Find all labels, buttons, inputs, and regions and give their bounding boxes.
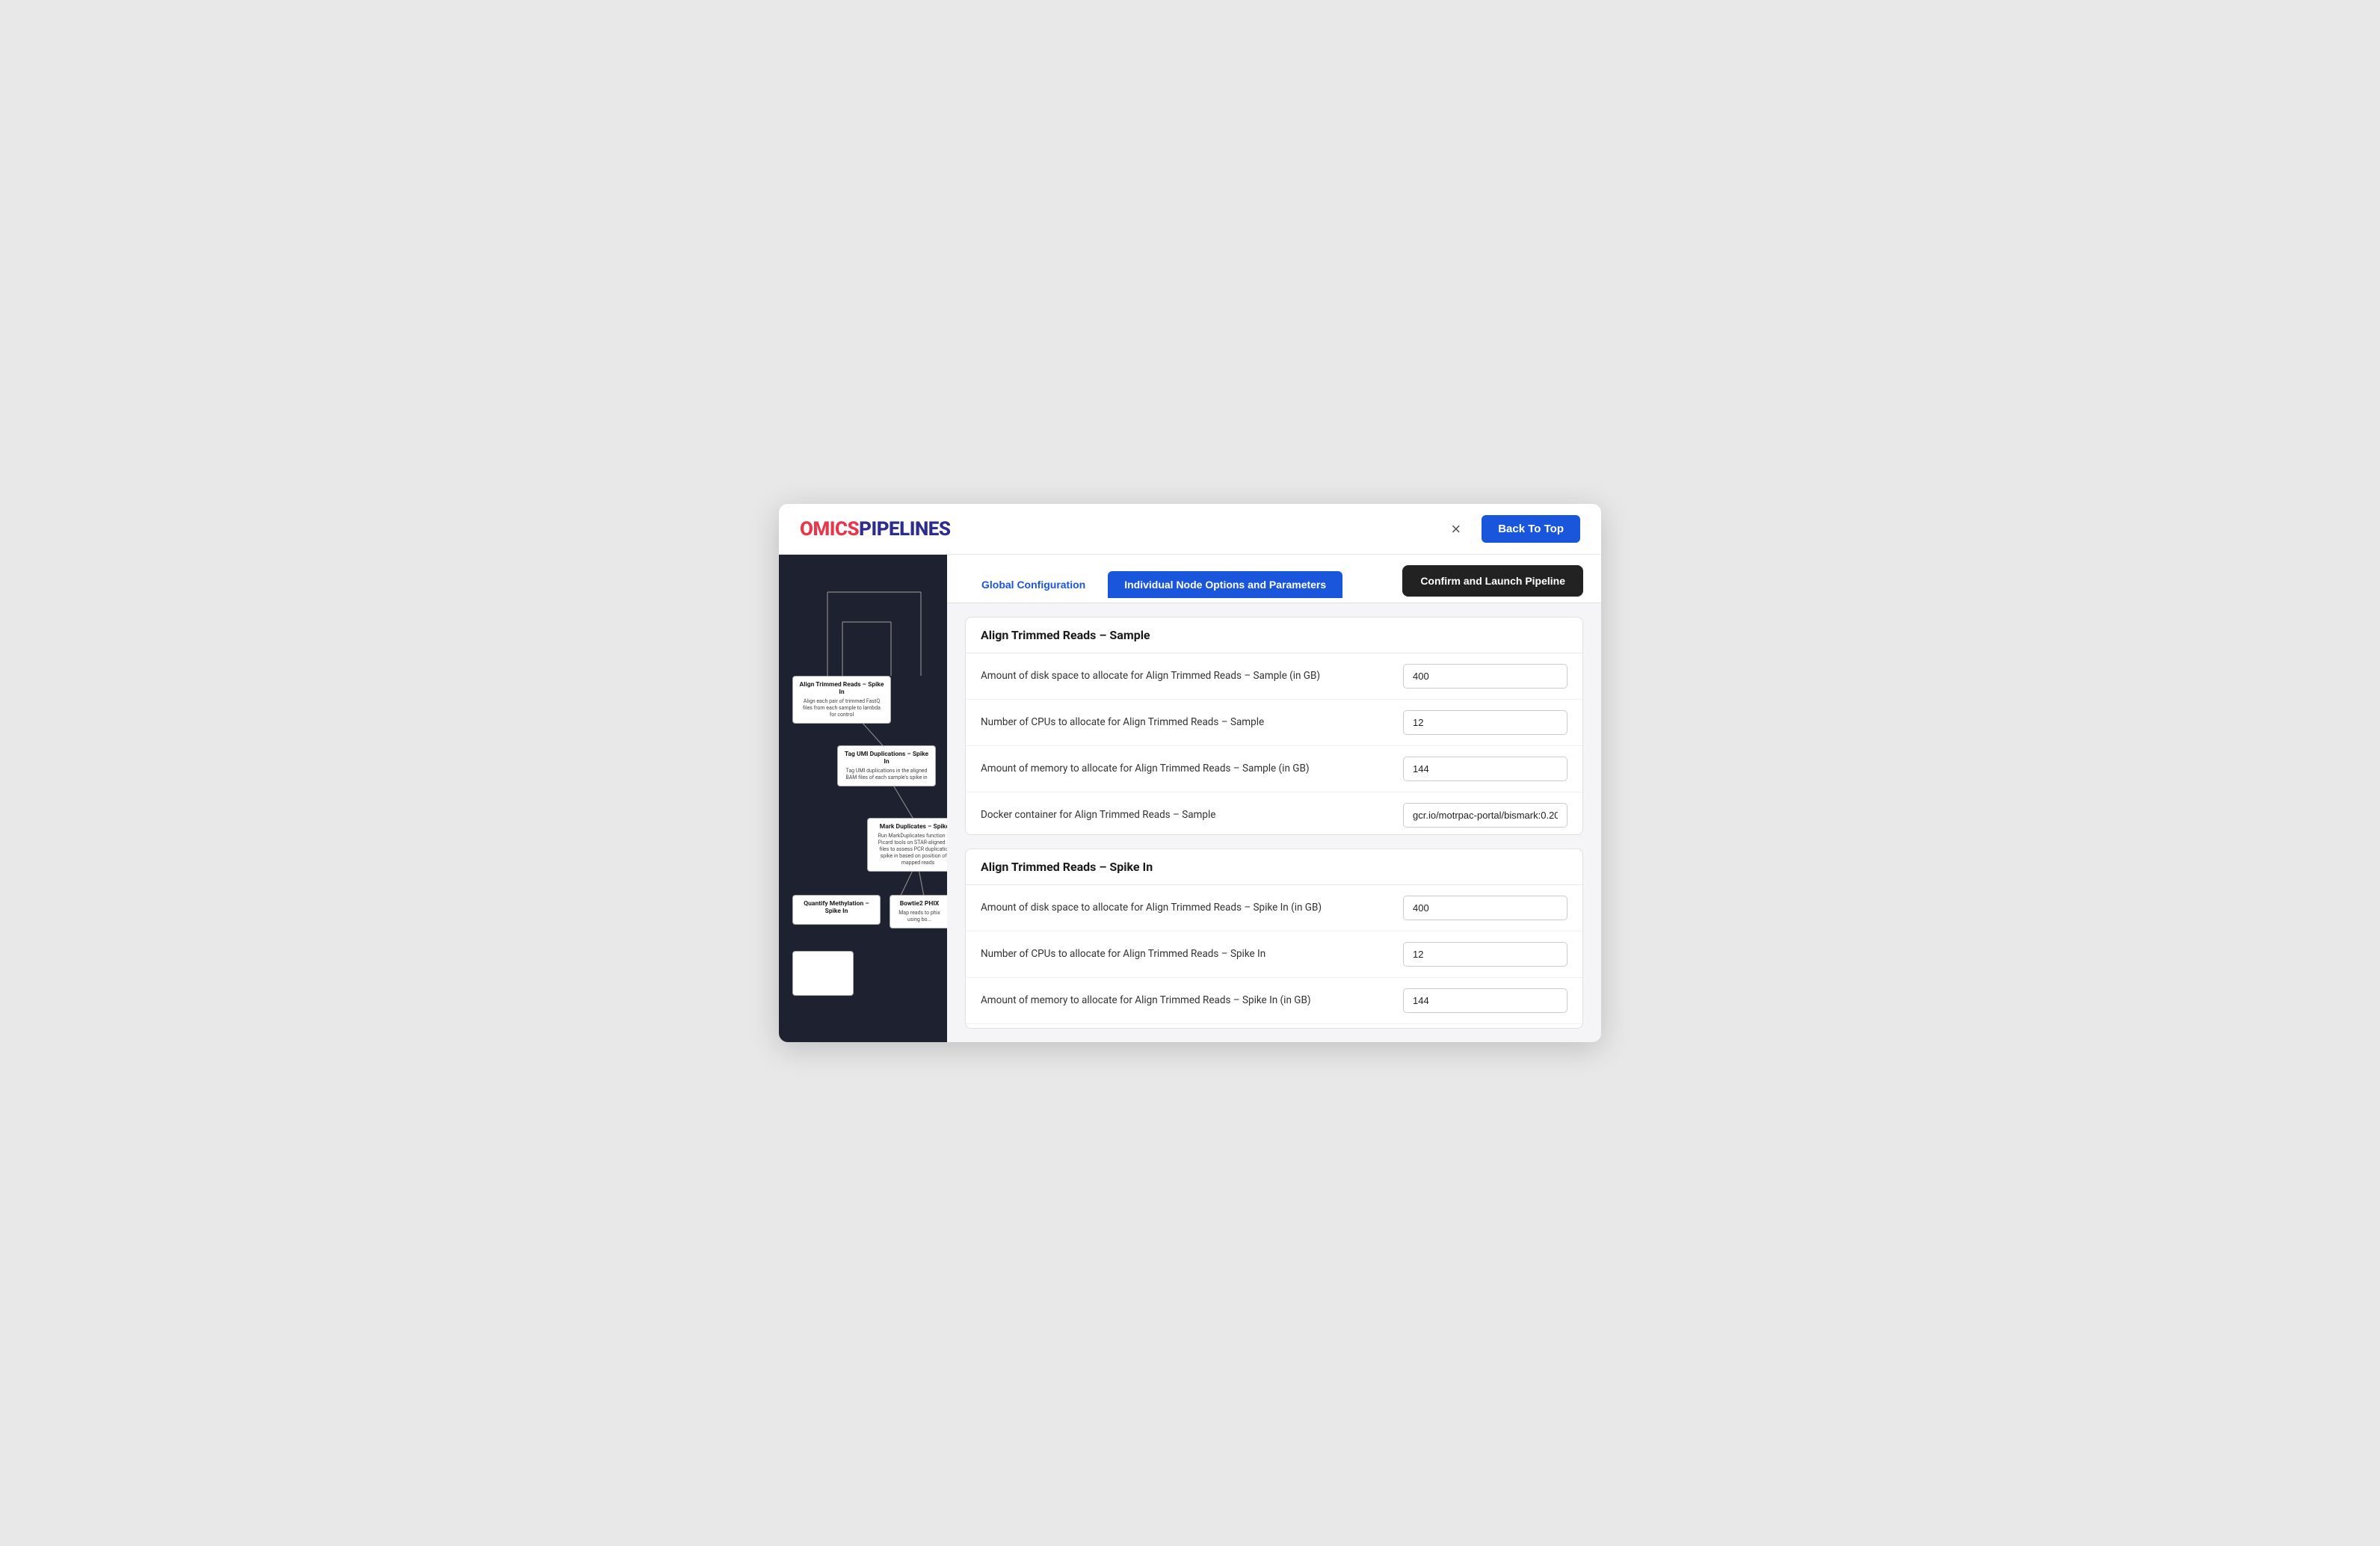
node-desc-bowtie2: Map reads to phix using bo... (896, 910, 943, 923)
node-title-tag-umi: Tag UMI Duplications – Spike In (844, 751, 929, 766)
config-row-mem-spikein: Amount of memory to allocate for Align T… (966, 978, 1582, 1024)
section-align-sample: Align Trimmed Reads – Sample Amount of d… (965, 617, 1583, 835)
node-title-bowtie2: Bowtie2 PHIX (896, 900, 943, 908)
input-mem-sample[interactable] (1403, 757, 1567, 781)
back-to-top-button[interactable]: Back To Top (1482, 515, 1580, 543)
pipeline-node-tag-umi[interactable]: Tag UMI Duplications – Spike In Tag UMI … (837, 745, 936, 786)
app-window: OMICSPIPELINES × Back To Top (779, 504, 1601, 1042)
config-row-disk-sample: Amount of disk space to allocate for Ali… (966, 653, 1582, 700)
canvas-inner: Align Trimmed Reads – Spike In Align eac… (779, 555, 947, 1042)
config-row-cpu-spikein: Number of CPUs to allocate for Align Tri… (966, 931, 1582, 978)
close-button[interactable]: × (1445, 517, 1467, 542)
section-title-align-spikein: Align Trimmed Reads – Spike In (966, 849, 1582, 885)
logo-omics: OMICS (800, 518, 859, 541)
placeholder-box (792, 951, 854, 996)
node-title-mark-dup: Mark Duplicates – Spike In (874, 823, 947, 831)
label-mem-spikein: Amount of memory to allocate for Align T… (981, 994, 1394, 1008)
section-body-align-spikein: Amount of disk space to allocate for Ali… (966, 885, 1582, 1029)
node-title-align-spike: Align Trimmed Reads – Spike In (799, 681, 884, 696)
input-disk-spikein[interactable] (1403, 896, 1567, 920)
main-body: Align Trimmed Reads – Spike In Align eac… (779, 555, 1601, 1042)
pipeline-node-align-spike[interactable]: Align Trimmed Reads – Spike In Align eac… (792, 676, 891, 724)
header-right: × Back To Top (1445, 515, 1580, 543)
label-disk-sample: Amount of disk space to allocate for Ali… (981, 669, 1394, 683)
pipeline-node-quantify[interactable]: Quantify Methylation – Spike In (792, 895, 881, 925)
config-row-cpu-sample: Number of CPUs to allocate for Align Tri… (966, 700, 1582, 746)
input-cpu-spikein[interactable] (1403, 942, 1567, 967)
label-cpu-spikein: Number of CPUs to allocate for Align Tri… (981, 947, 1394, 961)
pipeline-canvas: Align Trimmed Reads – Spike In Align eac… (779, 555, 947, 1042)
config-row-docker-spikein: Docker container for Align Trimmed Reads… (966, 1024, 1582, 1029)
node-desc-tag-umi: Tag UMI duplications in the aligned BAM … (844, 768, 929, 781)
config-row-mem-sample: Amount of memory to allocate for Align T… (966, 746, 1582, 792)
app-logo: OMICSPIPELINES (800, 518, 950, 541)
label-disk-spikein: Amount of disk space to allocate for Ali… (981, 901, 1394, 915)
input-cpu-sample[interactable] (1403, 710, 1567, 735)
right-panel: Global Configuration Individual Node Opt… (947, 555, 1601, 1042)
node-title-quantify: Quantify Methylation – Spike In (799, 900, 874, 915)
config-row-disk-spikein: Amount of disk space to allocate for Ali… (966, 885, 1582, 931)
tab-individual-node[interactable]: Individual Node Options and Parameters (1108, 571, 1342, 598)
input-docker-sample[interactable] (1403, 803, 1567, 828)
node-desc-align-spike: Align each pair of trimmed FastQ files f… (799, 698, 884, 718)
label-docker-sample: Docker container for Align Trimmed Reads… (981, 808, 1394, 822)
section-body-align-sample: Amount of disk space to allocate for Ali… (966, 653, 1582, 835)
tab-bar: Global Configuration Individual Node Opt… (947, 555, 1601, 603)
section-align-spikein: Align Trimmed Reads – Spike In Amount of… (965, 849, 1583, 1029)
label-mem-sample: Amount of memory to allocate for Align T… (981, 762, 1394, 776)
section-title-align-sample: Align Trimmed Reads – Sample (966, 618, 1582, 653)
label-cpu-sample: Number of CPUs to allocate for Align Tri… (981, 715, 1394, 730)
input-disk-sample[interactable] (1403, 664, 1567, 689)
header-bar: OMICSPIPELINES × Back To Top (779, 504, 1601, 555)
logo-pipelines: PIPELINES (859, 518, 950, 541)
input-mem-spikein[interactable] (1403, 988, 1567, 1013)
node-desc-mark-dup: Run MarkDuplicates function from Picard … (874, 833, 947, 866)
confirm-launch-button[interactable]: Confirm and Launch Pipeline (1402, 565, 1583, 597)
pipeline-node-bowtie2[interactable]: Bowtie2 PHIX Map reads to phix using bo.… (890, 895, 947, 928)
config-row-docker-sample: Docker container for Align Trimmed Reads… (966, 792, 1582, 835)
pipeline-node-mark-dup[interactable]: Mark Duplicates – Spike In Run MarkDupli… (867, 818, 947, 872)
tab-global-config[interactable]: Global Configuration (965, 571, 1102, 598)
config-scroll[interactable]: Align Trimmed Reads – Sample Amount of d… (947, 603, 1601, 1042)
